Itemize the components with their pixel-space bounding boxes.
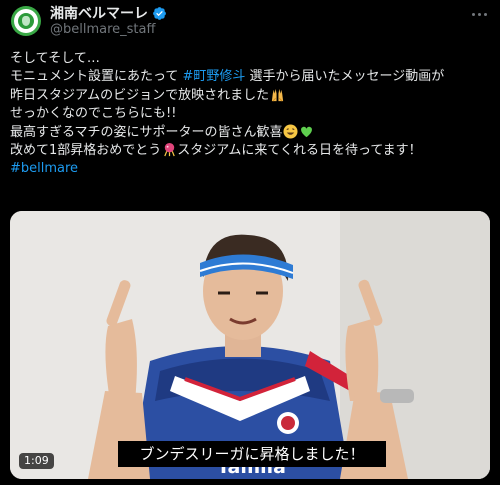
tweet-line-1: そしてそして… [10,51,100,66]
text-segment: 改めて1部昇格おめでとう [10,143,162,159]
tweet-card: 湘南ベルマーレ @bellmare_staff そしてそして… モニュメント設置… [0,0,500,485]
text-segment: 最高すぎるマチの姿にサポーターの皆さん歓喜 [10,124,283,140]
tweet-line-6: 改めて1部昇格おめでとう スタジアムに来てくれる日を待ってます！ [10,142,492,160]
green-heart-icon [301,126,313,137]
video-frame-image: Tamila [10,211,490,479]
name-row: 湘南ベルマーレ [50,4,167,22]
text-segment: 選手から届いたメッセージ動画が [245,69,445,85]
handle[interactable]: @bellmare_staff [50,22,155,37]
tweet-text: そしてそして… モニュメント設置にあたって #町野修斗 選手から届いたメッセージ… [10,50,492,179]
hashtag-link-machino[interactable]: #町野修斗 [182,69,245,84]
video-subtitle: ブンデスリーガに昇格しました！ [118,441,386,467]
raised-hands-icon [271,88,284,102]
tweet-line-7: #bellmare [10,160,492,178]
display-name[interactable]: 湘南ベルマーレ [50,3,148,23]
confetti-ball-icon [164,142,176,157]
text-segment: 昨日スタジアムのビジョンで放映されました [10,87,270,103]
avatar[interactable] [11,6,41,36]
text-segment: モニュメント設置にあたって [10,69,183,85]
text-segment: スタジアムに来てくれる日を待ってます！ [177,143,422,159]
hashtag-link-bellmare[interactable]: #bellmare [10,161,78,176]
tweet-line-3: 昨日スタジアムのビジョンで放映されました [10,87,492,105]
tweet-line-2: モニュメント設置にあたって #町野修斗 選手から届いたメッセージ動画が [10,68,492,86]
video-duration-badge: 1:09 [19,453,54,469]
tweet-line-5: 最高すぎるマチの姿にサポーターの皆さん歓喜 [10,124,492,142]
grinning-face-icon [283,124,299,139]
tweet-line-4: せっかくなのでこちらにも!! [10,106,177,122]
video-player[interactable]: Tamila [10,211,490,479]
verified-badge-icon [153,6,166,20]
more-icon[interactable] [468,6,490,22]
bellmare-logo-icon [18,13,34,29]
